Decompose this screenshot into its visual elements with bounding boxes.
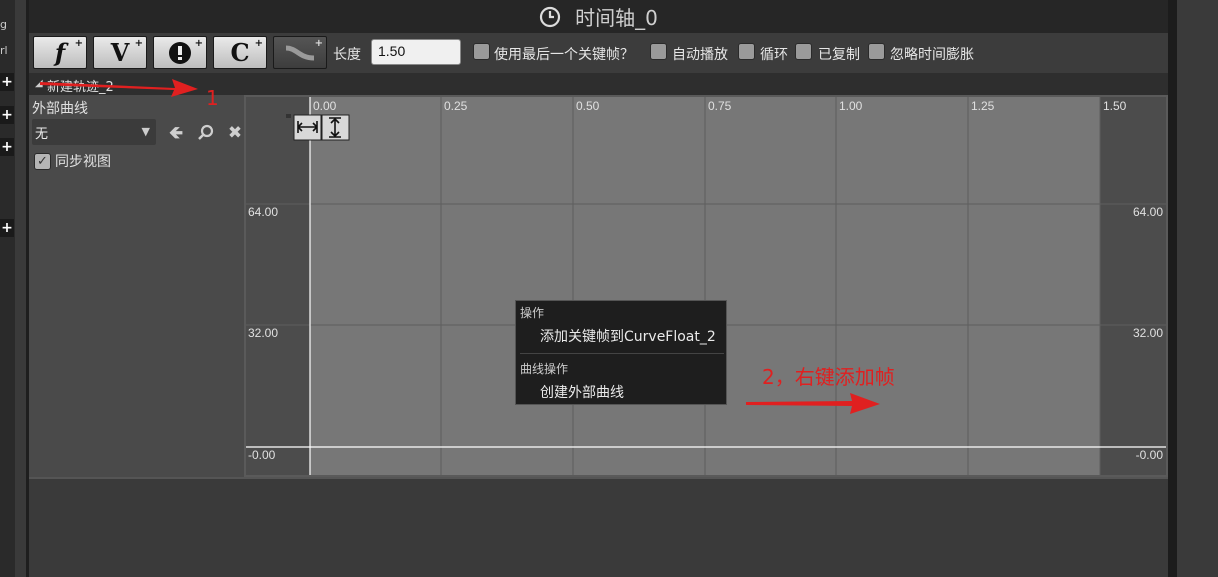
x-tick-label: 0.50 bbox=[576, 99, 600, 113]
ignore-time-dilation-label: 忽略时间膨胀 bbox=[890, 47, 974, 63]
plus-icon: + bbox=[74, 38, 83, 49]
add-color-track-button[interactable]: C + bbox=[213, 36, 267, 69]
add-curve-asset-icon bbox=[285, 45, 315, 60]
annotation-label-2: 2，右键添加帧 bbox=[762, 365, 895, 389]
annotation-label-1: 1 bbox=[206, 86, 219, 110]
timeline-title-bar: 时间轴_0 bbox=[29, 0, 1168, 33]
plus-icon: + bbox=[254, 38, 263, 49]
loop-checkbox[interactable] bbox=[738, 43, 755, 60]
add-icon[interactable]: + bbox=[0, 106, 14, 124]
y-tick-label: 64.00 bbox=[248, 205, 278, 219]
use-selected-asset-arrow-icon[interactable]: 🡸 bbox=[166, 123, 186, 143]
length-input[interactable]: 1.50 bbox=[371, 39, 461, 65]
panel-divider bbox=[29, 477, 1168, 479]
track-header[interactable]: ◢ 新建轨迹_2 bbox=[29, 73, 1168, 95]
close-icon[interactable]: ✖ bbox=[225, 123, 245, 143]
add-icon[interactable]: + bbox=[0, 219, 14, 237]
loop-label: 循环 bbox=[760, 47, 788, 63]
y-tick-label: 32.00 bbox=[248, 326, 278, 340]
right-panel bbox=[1177, 0, 1218, 577]
x-tick-label: 1.00 bbox=[839, 99, 863, 113]
track-properties-panel: 外部曲线 无 ▼ 🡸 ✖ ✓ 同步视图 bbox=[29, 95, 244, 477]
x-tick-label: 1.50 bbox=[1103, 99, 1127, 113]
zoom-to-fit-horizontal-button[interactable] bbox=[293, 114, 322, 141]
replicated-checkbox[interactable] bbox=[795, 43, 812, 60]
add-curve-asset-button[interactable]: + bbox=[273, 36, 327, 69]
plus-icon: + bbox=[194, 38, 203, 49]
replicated-label: 已复制 bbox=[818, 47, 860, 63]
menu-section-actions: 操作 bbox=[520, 306, 545, 320]
timeline-title: 时间轴_0 bbox=[575, 6, 658, 30]
add-color-track-icon: C bbox=[230, 37, 250, 67]
ignore-time-dilation-checkbox[interactable] bbox=[868, 43, 885, 60]
autoplay-checkbox[interactable] bbox=[650, 43, 667, 60]
menu-separator bbox=[520, 353, 724, 354]
x-tick-label: 0.25 bbox=[444, 99, 468, 113]
use-last-keyframe-label: 使用最后一个关键帧？ bbox=[494, 47, 634, 63]
left-dock-strip: g rl + + + + bbox=[0, 0, 15, 577]
left-text-fragment: g bbox=[0, 18, 7, 31]
add-event-track-icon bbox=[169, 41, 191, 64]
timeline-toolbar: f + V + + C + + 长度 1.50 使用最后一个关键帧？ 自动播放 … bbox=[29, 33, 1168, 73]
plus-icon: + bbox=[134, 38, 143, 49]
add-icon[interactable]: + bbox=[0, 138, 14, 156]
add-vector-track-button[interactable]: V + bbox=[93, 36, 147, 69]
autoplay-label: 自动播放 bbox=[672, 47, 728, 63]
x-tick-label: 0.75 bbox=[708, 99, 732, 113]
menu-section-curve-actions: 曲线操作 bbox=[520, 362, 569, 376]
create-external-curve-menu-item[interactable]: 创建外部曲线 bbox=[540, 382, 624, 402]
sync-view-toggle[interactable]: ✓ 同步视图 bbox=[34, 151, 111, 171]
y-tick-label-right: -0.00 bbox=[1136, 448, 1164, 462]
add-vector-track-icon: V bbox=[110, 37, 130, 67]
chevron-down-icon: ▼ bbox=[141, 125, 150, 138]
add-event-track-button[interactable]: + bbox=[153, 36, 207, 69]
search-icon[interactable] bbox=[196, 123, 216, 143]
left-text-fragment: rl bbox=[0, 44, 8, 57]
y-tick-label-right: 32.00 bbox=[1133, 326, 1163, 340]
use-last-keyframe-checkbox[interactable] bbox=[473, 43, 490, 60]
x-tick-label: 1.25 bbox=[971, 99, 995, 113]
add-float-track-icon: f bbox=[54, 37, 66, 67]
right-border bbox=[1168, 0, 1177, 577]
length-label: 长度 bbox=[333, 47, 361, 63]
plus-icon: + bbox=[314, 38, 323, 49]
track-name[interactable]: 新建轨迹_2 bbox=[47, 76, 114, 95]
clock-icon bbox=[540, 6, 561, 27]
external-curve-value: 无 bbox=[35, 127, 49, 142]
y-tick-label-right: 64.00 bbox=[1133, 205, 1163, 219]
context-menu: 操作 添加关键帧到CurveFloat_2 曲线操作 创建外部曲线 bbox=[515, 300, 727, 405]
zoom-to-fit-vertical-button[interactable] bbox=[321, 114, 350, 141]
y-tick-label: -0.00 bbox=[248, 448, 276, 462]
curve-graph-canvas[interactable]: 0.00 0.25 0.50 0.75 1.00 1.25 1.50 64.00… bbox=[246, 97, 1166, 475]
add-icon[interactable]: + bbox=[0, 73, 14, 91]
sync-view-checkbox[interactable]: ✓ bbox=[34, 152, 51, 170]
x-tick-label: 0.00 bbox=[313, 99, 337, 113]
external-curve-label: 外部曲线 bbox=[32, 101, 88, 117]
sync-view-label: 同步视图 bbox=[55, 154, 111, 170]
external-curve-dropdown[interactable]: 无 ▼ bbox=[32, 119, 156, 145]
add-float-track-button[interactable]: f + bbox=[33, 36, 87, 69]
collapse-triangle-icon[interactable]: ◢ bbox=[35, 78, 43, 89]
add-key-menu-item[interactable]: 添加关键帧到CurveFloat_2 bbox=[540, 326, 716, 346]
marker-icon bbox=[286, 114, 291, 118]
curve-editor-graph[interactable]: 0.00 0.25 0.50 0.75 1.00 1.25 1.50 64.00… bbox=[244, 95, 1168, 477]
